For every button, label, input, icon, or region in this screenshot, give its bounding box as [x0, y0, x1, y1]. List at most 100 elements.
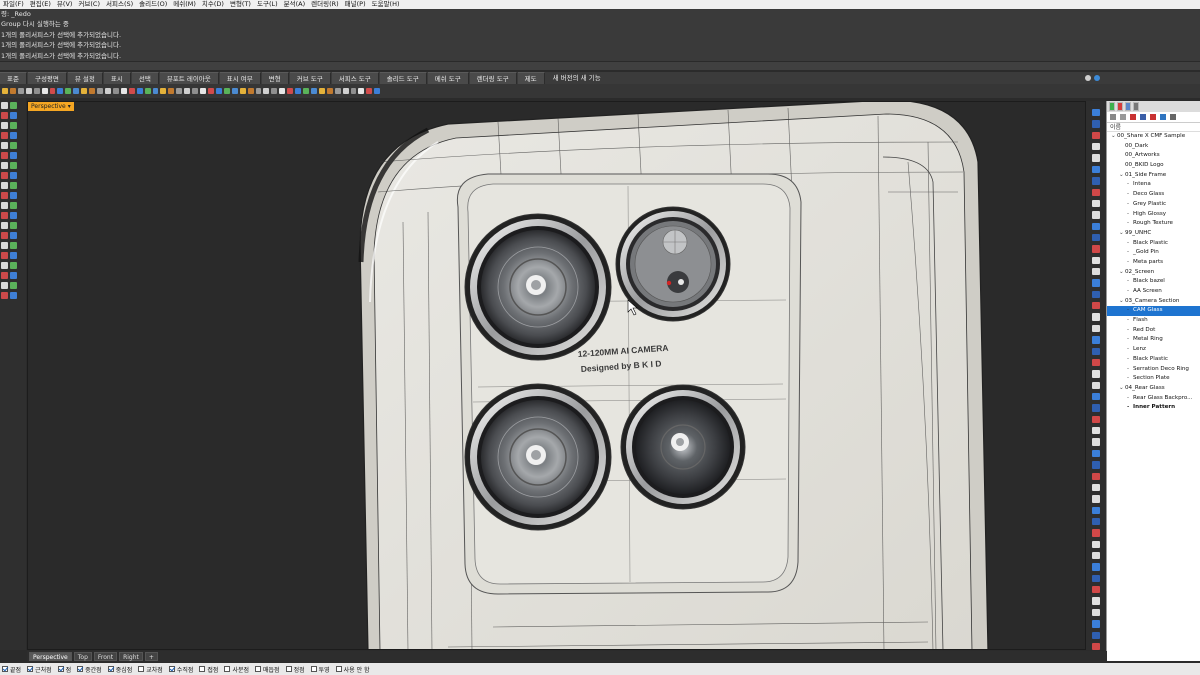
toolbar-tab[interactable]: 표준 [0, 72, 27, 84]
layer-row[interactable]: - Black bazel [1107, 277, 1200, 287]
layer-row[interactable]: - Red Dot [1107, 326, 1200, 336]
osnap-option[interactable]: 접점 [199, 665, 218, 674]
right-tool-icon[interactable] [1092, 586, 1100, 594]
menu-item[interactable]: 패널(P) [342, 0, 369, 9]
globe-icon[interactable] [1094, 75, 1100, 81]
osnap-option[interactable]: 수직점 [168, 665, 193, 674]
menu-item[interactable]: 메쉬(M) [170, 0, 199, 9]
osnap-checkbox[interactable] [224, 666, 231, 672]
right-tool-icon[interactable] [1092, 131, 1100, 140]
toolbar-tab[interactable]: 표시 여부 [219, 72, 261, 84]
left-tool-icon[interactable] [10, 102, 17, 109]
osnap-option[interactable]: 중심점 [107, 665, 132, 674]
toolbar-tool-icon[interactable] [215, 88, 222, 94]
right-tool-icon[interactable] [1092, 256, 1100, 265]
osnap-checkbox[interactable] [27, 666, 34, 672]
layer-row[interactable]: - Rear Glass Backpro... [1107, 394, 1200, 404]
menu-item[interactable]: 뷰(V) [54, 0, 76, 9]
right-tool-icon[interactable] [1092, 165, 1100, 174]
panel-more-tab[interactable] [1133, 102, 1139, 111]
toolbar-tool-icon[interactable] [33, 88, 40, 94]
menu-item[interactable]: 솔리드(O) [136, 0, 170, 9]
left-tool-icon[interactable] [10, 182, 17, 189]
move-down-icon[interactable] [1150, 114, 1156, 120]
left-tool-icon[interactable] [10, 242, 17, 249]
left-tool-icon[interactable] [10, 282, 17, 289]
left-tool-icon[interactable] [10, 132, 17, 139]
menu-item[interactable]: 분석(A) [281, 0, 308, 9]
viewport-tab[interactable]: Perspective [29, 652, 72, 661]
left-tool-icon[interactable] [10, 252, 17, 259]
perspective-viewport[interactable]: Perspective ▾ 12-120MM AI CAMERA Designe… [27, 101, 1086, 650]
toolbar-tool-icon[interactable] [207, 88, 214, 94]
right-tool-icon[interactable] [1092, 177, 1100, 185]
left-tool-icon[interactable] [10, 192, 17, 199]
osnap-checkbox[interactable] [77, 666, 84, 672]
toolbar-tool-icon[interactable] [120, 88, 127, 94]
left-tool-icon[interactable] [1, 262, 8, 269]
toolbar-tool-icon[interactable] [231, 88, 238, 94]
layer-row[interactable]: - Deco Glass [1107, 190, 1200, 200]
osnap-checkbox[interactable] [310, 666, 317, 672]
right-tool-icon[interactable] [1092, 211, 1100, 219]
right-tool-icon[interactable] [1092, 199, 1100, 208]
move-up-icon[interactable] [1140, 114, 1146, 120]
toolbar-tool-icon[interactable] [255, 88, 262, 94]
left-tool-icon[interactable] [1, 162, 8, 169]
left-tool-icon[interactable] [10, 212, 17, 219]
osnap-checkbox[interactable] [285, 666, 292, 672]
layer-row[interactable]: - Inner Pattern [1107, 403, 1200, 413]
right-tool-icon[interactable] [1092, 188, 1100, 196]
right-tool-icon[interactable] [1092, 302, 1100, 310]
left-tool-icon[interactable] [1, 202, 8, 209]
toolbar-tool-icon[interactable] [168, 88, 175, 94]
toolbar-tool-icon[interactable] [200, 88, 206, 94]
layer-row[interactable]: - Metal Ring [1107, 335, 1200, 345]
right-tool-icon[interactable] [1092, 449, 1100, 458]
toolbar-tab[interactable]: 렌더링 도구 [469, 72, 517, 84]
left-tool-icon[interactable] [10, 202, 17, 209]
toolbar-tab[interactable]: 변형 [261, 72, 289, 84]
left-tool-icon[interactable] [10, 152, 17, 159]
menu-item[interactable]: 렌더링(R) [308, 0, 342, 9]
new-sublayer-icon[interactable] [1120, 114, 1126, 120]
right-tool-icon[interactable] [1092, 324, 1100, 333]
left-tool-icon[interactable] [1, 222, 8, 229]
right-tool-icon[interactable] [1092, 574, 1100, 583]
layer-row[interactable]: - AA Screen [1107, 287, 1200, 297]
layer-row[interactable]: ⌄03_Camera Section [1107, 297, 1200, 307]
right-tool-icon[interactable] [1092, 245, 1100, 253]
osnap-option[interactable]: 사분점 [224, 665, 249, 674]
left-tool-icon[interactable] [10, 262, 17, 269]
left-tool-icon[interactable] [10, 172, 17, 179]
layer-row[interactable]: 00_BKID Logo [1107, 161, 1200, 171]
osnap-checkbox[interactable] [168, 666, 175, 672]
layer-row[interactable]: ⌄01_Side Frame [1107, 171, 1200, 181]
viewport-tab[interactable]: Front [93, 652, 118, 661]
layer-row[interactable]: ⌄00_Share X CMF Sample [1107, 132, 1200, 142]
toolbar-tool-icon[interactable] [358, 88, 365, 94]
left-tool-icon[interactable] [1, 172, 8, 179]
right-tool-icon[interactable] [1092, 427, 1100, 435]
right-tool-icon[interactable] [1092, 233, 1100, 242]
toolbar-tool-icon[interactable] [310, 88, 317, 94]
toolbar-tab[interactable]: 뷰포트 레이아웃 [159, 72, 219, 84]
toolbar-tool-icon[interactable] [73, 88, 80, 94]
toolbar-tool-icon[interactable] [136, 88, 143, 94]
right-tool-icon[interactable] [1092, 120, 1100, 128]
toolbar-tab[interactable]: 표시 [103, 72, 131, 84]
left-tool-icon[interactable] [1, 112, 8, 119]
right-tool-icon[interactable] [1092, 517, 1100, 526]
right-tool-icon[interactable] [1092, 268, 1100, 276]
toolbar-tool-icon[interactable] [350, 88, 357, 94]
toolbar-tool-icon[interactable] [2, 88, 8, 94]
osnap-option[interactable]: 매듭점 [255, 665, 280, 674]
layer-row[interactable]: - Serration Deco Ring [1107, 365, 1200, 375]
properties-tab[interactable] [1109, 102, 1115, 111]
left-tool-icon[interactable] [1, 142, 8, 149]
toolbar-tool-icon[interactable] [303, 88, 309, 94]
layer-row[interactable]: ⌄04_Rear Glass [1107, 384, 1200, 394]
toolbar-tool-icon[interactable] [334, 88, 341, 94]
menu-item[interactable]: 변형(T) [227, 0, 254, 9]
layer-row[interactable]: - Rough Texture [1107, 219, 1200, 229]
